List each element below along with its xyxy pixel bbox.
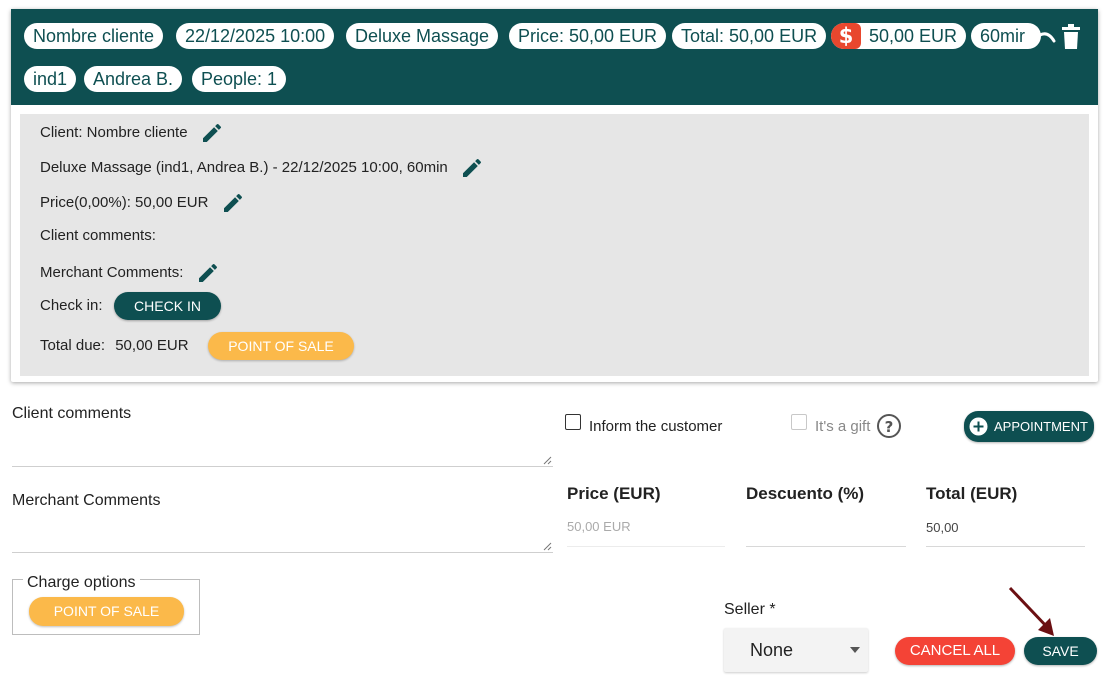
total-column-header: Total (EUR)	[926, 484, 1018, 503]
detail-client-row: Client: Nombre cliente	[40, 121, 224, 145]
trash-icon[interactable]	[1060, 24, 1082, 50]
appointment-button-label: APPOINTMENT	[994, 419, 1088, 434]
gift-label: It's a gift	[815, 418, 871, 435]
detail-price: Price(0,00%): 50,00 EUR	[40, 193, 209, 211]
inform-customer-checkbox[interactable]	[565, 414, 581, 430]
total-underline	[926, 546, 1085, 547]
appointment-details: Client: Nombre cliente Deluxe Massage (i…	[20, 114, 1089, 376]
gift-checkbox[interactable]	[791, 414, 807, 430]
edit-pencil-icon[interactable]	[196, 261, 220, 285]
detail-merchant-row: Merchant Comments:	[40, 261, 220, 285]
point-of-sale-button[interactable]: POINT OF SALE	[208, 332, 354, 360]
svg-text:$: $	[839, 25, 854, 47]
edit-pencil-icon[interactable]	[221, 191, 245, 215]
chip-resource: ind1	[24, 66, 77, 92]
total-due-value: 50,00 EUR	[115, 337, 189, 354]
save-button[interactable]: SAVE	[1024, 637, 1097, 665]
pointer-arrow-icon	[1008, 586, 1054, 636]
edit-pencil-icon[interactable]	[460, 156, 484, 180]
appointment-header[interactable]: Nombre cliente 22/12/2025 10:00 Deluxe M…	[11, 9, 1098, 105]
chip-price: Price: 50,00 EUR	[509, 23, 667, 49]
discount-column-header: Descuento (%)	[746, 484, 865, 503]
help-icon[interactable]: ?	[876, 413, 902, 439]
client-comments-label: Client comments	[12, 405, 132, 422]
merchant-comments-input[interactable]	[12, 513, 553, 553]
price-underline	[567, 546, 725, 547]
chip-service: Deluxe Massage	[346, 23, 499, 49]
seller-selected-value: None	[750, 640, 794, 660]
caret-down-icon	[850, 647, 860, 653]
charge-point-of-sale-button[interactable]: POINT OF SALE	[29, 597, 184, 626]
dollar-icon: $	[831, 23, 861, 49]
detail-service: Deluxe Massage (ind1, Andrea B.) - 22/12…	[40, 158, 448, 176]
detail-checkin-label: Check in:	[40, 297, 103, 314]
price-column-header: Price (EUR)	[567, 484, 661, 503]
curl-icon	[1038, 32, 1056, 43]
chip-client: Nombre cliente	[24, 23, 164, 49]
resize-handle-icon[interactable]	[543, 456, 552, 465]
seller-select[interactable]: None	[724, 628, 868, 672]
chip-staff: Andrea B.	[84, 66, 183, 92]
total-due-label: Total due:	[40, 337, 106, 354]
check-in-button[interactable]: CHECK IN	[114, 292, 221, 320]
chip-people: People: 1	[192, 66, 287, 92]
discount-underline	[746, 546, 906, 547]
detail-client: Client: Nombre cliente	[40, 123, 188, 141]
plus-circle-icon	[969, 417, 988, 436]
detail-client-comments: Client comments:	[40, 227, 156, 244]
charge-options-legend: Charge options	[23, 574, 140, 592]
edit-pencil-icon[interactable]	[200, 121, 224, 145]
price-input[interactable]: 50,00 EUR	[567, 519, 631, 534]
client-comments-input[interactable]	[12, 426, 553, 467]
detail-merchant-comments: Merchant Comments:	[40, 263, 184, 281]
chip-datetime: 22/12/2025 10:00	[176, 23, 335, 49]
add-appointment-button[interactable]: APPOINTMENT	[964, 411, 1094, 442]
chip-paid: $ 50,00 EUR	[831, 23, 967, 49]
detail-service-row: Deluxe Massage (ind1, Andrea B.) - 22/12…	[40, 156, 484, 180]
appointment-card: Nombre cliente 22/12/2025 10:00 Deluxe M…	[11, 9, 1098, 382]
chip-total: Total: 50,00 EUR	[672, 23, 827, 49]
detail-total-due-row: Total due: 50,00 EUR	[40, 337, 189, 354]
seller-label: Seller *	[724, 601, 776, 618]
detail-price-row: Price(0,00%): 50,00 EUR	[40, 191, 245, 215]
svg-text:?: ?	[885, 418, 894, 436]
cancel-all-button[interactable]: CANCEL ALL	[895, 637, 1015, 665]
chip-duration: 60mir	[971, 23, 1041, 49]
inform-customer-label: Inform the customer	[589, 418, 723, 435]
chip-paid-value: 50,00 EUR	[869, 26, 958, 46]
total-input[interactable]: 50,00	[926, 520, 959, 535]
resize-handle-icon[interactable]	[543, 542, 552, 551]
merchant-comments-label: Merchant Comments	[12, 492, 161, 509]
discount-input[interactable]	[746, 512, 906, 546]
